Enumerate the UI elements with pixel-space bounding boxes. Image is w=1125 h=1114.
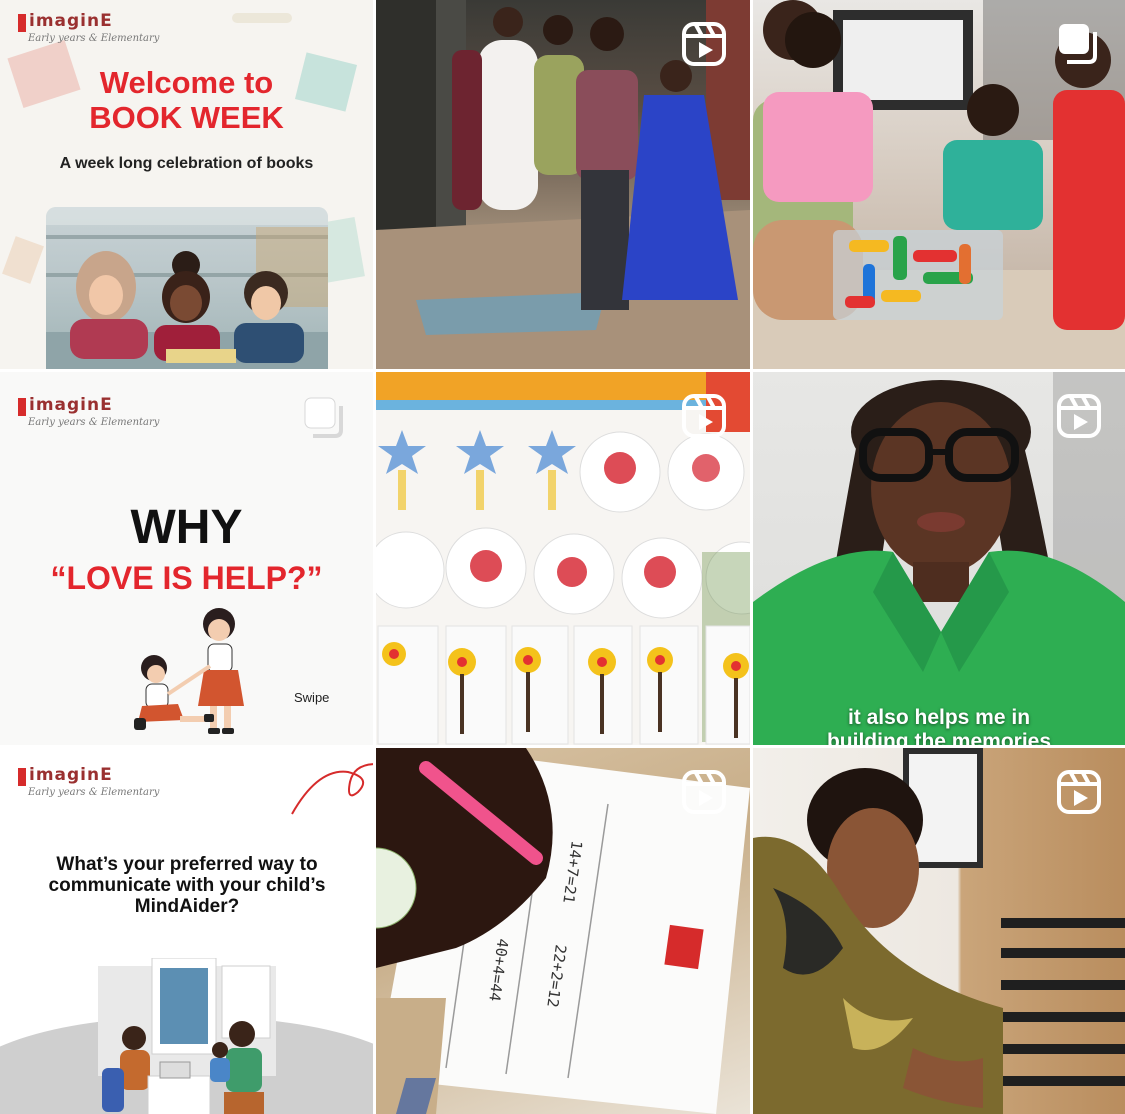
- post-tile-building-blocks[interactable]: [753, 0, 1125, 369]
- parent-teacher-illustration: [98, 958, 276, 1114]
- brand-logo: imaginE Early years & Elementary: [18, 11, 160, 52]
- brand-logo: imaginE Early years & Elementary: [18, 395, 160, 436]
- reels-icon: [1055, 392, 1103, 440]
- profile-post-grid: imaginE Early years & Elementary Welcome…: [0, 0, 1125, 1114]
- post-title-line1: Welcome to: [99, 65, 274, 100]
- post-title-line2: “LOVE IS HELP?”: [50, 560, 323, 596]
- brand-logo-mark: [18, 14, 26, 32]
- brand-logo: imaginE Early years & Elementary: [18, 765, 160, 806]
- brand-wordmark: imaginE: [29, 395, 113, 415]
- brand-logo-mark: [18, 768, 26, 786]
- swipe-hint: Swipe: [294, 690, 330, 705]
- post-tile-book-week[interactable]: imaginE Early years & Elementary Welcome…: [0, 0, 373, 369]
- brand-tagline: Early years & Elementary: [28, 33, 160, 44]
- post-tile-children-walking[interactable]: [376, 0, 750, 369]
- post-title-line1: WHY: [130, 501, 243, 554]
- post-tile-woman-at-table[interactable]: [753, 748, 1125, 1114]
- post-question: What’s your preferred way to communicate…: [48, 854, 326, 917]
- reels-icon: [680, 20, 728, 68]
- post-tile-teacher-talking[interactable]: it also helps me in building the memorie…: [753, 372, 1125, 745]
- post-title-line2: BOOK WEEK: [89, 100, 284, 135]
- post-tile-communication-question[interactable]: imaginE Early years & Elementary What’s …: [0, 748, 373, 1114]
- decorative-swirl: [291, 763, 373, 815]
- helping-girls-illustration: [134, 608, 244, 734]
- post-subtitle: A week long celebration of books: [59, 155, 314, 172]
- children-reading-photo: [46, 207, 328, 369]
- video-caption-line2: building the memories: [826, 730, 1052, 745]
- carousel-icon: [1055, 20, 1103, 68]
- brand-wordmark: imaginE: [29, 765, 113, 785]
- video-caption-line1: it also helps me in: [847, 706, 1031, 729]
- decorative-book-shape: [2, 236, 44, 284]
- brand-tagline: Early years & Elementary: [28, 417, 160, 428]
- reels-icon: [680, 768, 728, 816]
- carousel-icon: [301, 394, 349, 442]
- reels-icon: [1055, 768, 1103, 816]
- brand-logo-mark: [18, 398, 26, 416]
- reels-icon: [680, 392, 728, 440]
- post-tile-love-is-help[interactable]: imaginE Early years & Elementary WHY “LO…: [0, 372, 373, 745]
- decorative-pill: [232, 13, 292, 23]
- post-tile-maths-worksheet[interactable]: 15+3=18 14+7=21 40+4=44 22+2=12: [376, 748, 750, 1114]
- brand-wordmark: imaginE: [29, 11, 113, 31]
- post-tile-classroom-art[interactable]: [376, 372, 750, 745]
- brand-tagline: Early years & Elementary: [28, 787, 160, 798]
